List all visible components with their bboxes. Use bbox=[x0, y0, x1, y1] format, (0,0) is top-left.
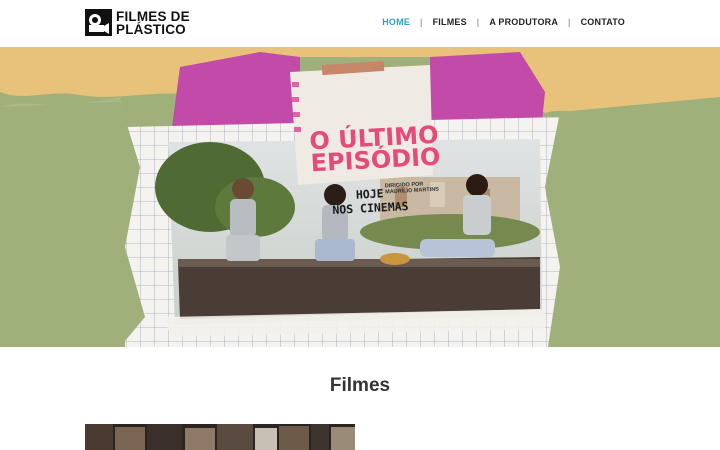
nav-a-produtora[interactable]: A PRODUTORA bbox=[489, 17, 558, 27]
nav-separator: | bbox=[420, 17, 423, 27]
site-header: FILMES DE PLÁSTICO HOME | FILMES | A PRO… bbox=[0, 0, 720, 47]
main-nav: HOME | FILMES | A PRODUTORA | CONTATO bbox=[382, 17, 625, 27]
nav-home[interactable]: HOME bbox=[382, 17, 410, 27]
section-title: Filmes bbox=[329, 375, 391, 396]
film-thumbnail[interactable] bbox=[85, 424, 355, 450]
hero-film-title: O ÚLTIMO EPISÓDIO bbox=[309, 121, 442, 178]
hero-tagline: HOJE NOS CINEMAS bbox=[331, 185, 409, 217]
hero-banner[interactable]: O ÚLTIMO EPISÓDIO DIRIGIDO POR MAURÍLIO … bbox=[0, 47, 720, 347]
nav-filmes[interactable]: FILMES bbox=[433, 17, 467, 27]
brand-name: FILMES DE PLÁSTICO bbox=[116, 8, 190, 37]
brand-line-1: FILMES DE bbox=[116, 8, 190, 24]
film-camera-icon bbox=[85, 9, 112, 36]
hero-title-line-2: EPISÓDIO bbox=[309, 142, 442, 178]
brand-line-2: PLÁSTICO bbox=[116, 21, 186, 37]
film-thumbnail-image bbox=[85, 424, 355, 450]
nav-separator: | bbox=[568, 17, 571, 27]
nav-separator: | bbox=[476, 17, 480, 27]
brand-logo[interactable]: FILMES DE PLÁSTICO bbox=[85, 9, 190, 36]
nav-contato[interactable]: CONTATO bbox=[581, 17, 625, 27]
